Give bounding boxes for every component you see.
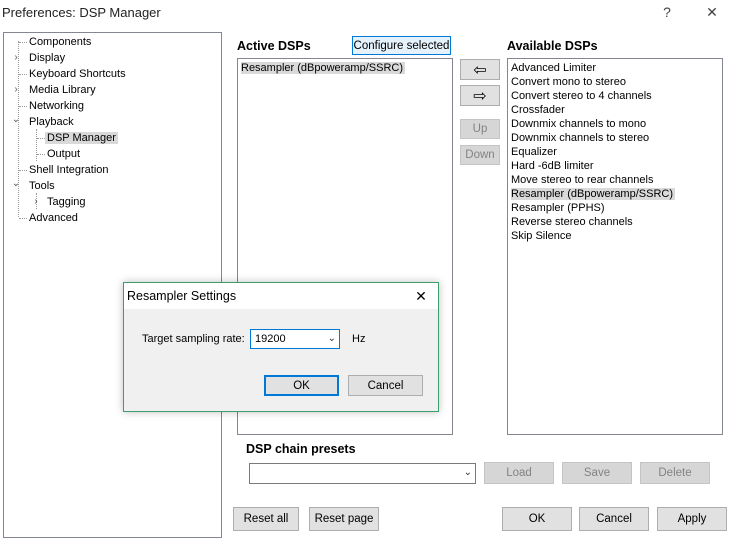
available-dsps-list[interactable]: Advanced Limiter Convert mono to stereo … — [507, 58, 723, 435]
arrow-right-icon: ⇨ — [473, 87, 487, 105]
list-item[interactable]: Resampler (PPHS) — [511, 201, 607, 215]
resampler-settings-dialog: Resampler Settings ✕ Target sampling rat… — [123, 282, 439, 412]
move-down-button[interactable]: Down — [460, 145, 500, 165]
save-preset-button[interactable]: Save — [562, 462, 632, 484]
expand-chevron-icon[interactable]: › — [11, 82, 21, 98]
list-item[interactable]: Convert mono to stereo — [511, 75, 628, 89]
list-item[interactable]: Downmix channels to mono — [511, 117, 648, 131]
close-icon[interactable]: ✕ — [410, 286, 432, 306]
cancel-button[interactable]: Cancel — [579, 507, 649, 531]
tree-item-networking[interactable]: Networking — [27, 98, 86, 114]
list-item[interactable]: Resampler (dBpoweramp/SSRC) — [511, 187, 675, 201]
list-item[interactable]: Move stereo to rear channels — [511, 173, 655, 187]
tree-item-keyboard-shortcuts[interactable]: Keyboard Shortcuts — [27, 66, 128, 82]
expand-chevron-icon[interactable]: › — [11, 50, 21, 66]
collapse-chevron-icon[interactable]: ⌄ — [11, 176, 21, 192]
list-item[interactable]: Advanced Limiter — [511, 61, 598, 75]
expand-chevron-icon[interactable]: › — [31, 194, 41, 210]
dialog-ok-button[interactable]: OK — [264, 375, 339, 396]
hz-unit-label: Hz — [352, 333, 366, 345]
preset-combo[interactable]: ⌄ — [249, 463, 476, 484]
list-item[interactable]: Equalizer — [511, 145, 559, 159]
tree-item-dsp-manager[interactable]: DSP Manager — [45, 130, 118, 146]
tree-item-media-library[interactable]: Media Library — [27, 82, 98, 98]
target-sampling-rate-label: Target sampling rate: — [142, 333, 245, 345]
tree-item-tagging[interactable]: Tagging — [45, 194, 88, 210]
tree-item-components[interactable]: Components — [27, 34, 93, 50]
window-title: Preferences: DSP Manager — [2, 5, 161, 20]
chevron-down-icon: ⌄ — [327, 333, 336, 344]
list-item[interactable]: Resampler (dBpoweramp/SSRC) — [241, 61, 405, 75]
arrow-left-icon: ⇦ — [473, 61, 487, 79]
dialog-cancel-button[interactable]: Cancel — [348, 375, 423, 396]
list-item[interactable]: Crossfader — [511, 103, 567, 117]
sampling-rate-combo[interactable]: 19200 ⌄ — [250, 329, 340, 349]
tree-item-tools[interactable]: Tools — [27, 178, 57, 194]
tree-item-shell-integration[interactable]: Shell Integration — [27, 162, 111, 178]
tree-item-output[interactable]: Output — [45, 146, 82, 162]
help-button[interactable]: ? — [655, 2, 679, 22]
sampling-rate-value: 19200 — [255, 333, 286, 345]
load-preset-button[interactable]: Load — [484, 462, 554, 484]
apply-button[interactable]: Apply — [657, 507, 727, 531]
tree-item-playback[interactable]: Playback — [27, 114, 76, 130]
list-item[interactable]: Convert stereo to 4 channels — [511, 89, 654, 103]
tree-item-advanced[interactable]: Advanced — [27, 210, 80, 226]
collapse-chevron-icon[interactable]: ⌄ — [11, 112, 21, 128]
dialog-titlebar: Resampler Settings ✕ — [124, 283, 438, 309]
move-up-button[interactable]: Up — [460, 119, 500, 139]
list-item[interactable]: Hard -6dB limiter — [511, 159, 596, 173]
add-dsp-button[interactable]: ⇨ — [460, 85, 500, 106]
configure-selected-button[interactable]: Configure selected — [352, 36, 451, 55]
close-window-button[interactable]: ✕ — [700, 2, 724, 22]
dsp-chain-presets-title: DSP chain presets — [246, 442, 356, 456]
window-titlebar: Preferences: DSP Manager ? ✕ — [0, 0, 734, 26]
available-dsps-title: Available DSPs — [507, 39, 598, 53]
reset-all-button[interactable]: Reset all — [233, 507, 299, 531]
ok-button[interactable]: OK — [502, 507, 572, 531]
chevron-down-icon: ⌄ — [463, 467, 472, 478]
active-dsps-title: Active DSPs — [237, 39, 311, 53]
remove-dsp-button[interactable]: ⇦ — [460, 59, 500, 80]
list-item[interactable]: Reverse stereo channels — [511, 215, 635, 229]
dialog-title: Resampler Settings — [127, 289, 237, 303]
list-item[interactable]: Downmix channels to stereo — [511, 131, 651, 145]
tree-item-display[interactable]: Display — [27, 50, 67, 66]
list-item[interactable]: Skip Silence — [511, 229, 574, 243]
reset-page-button[interactable]: Reset page — [309, 507, 379, 531]
delete-preset-button[interactable]: Delete — [640, 462, 710, 484]
